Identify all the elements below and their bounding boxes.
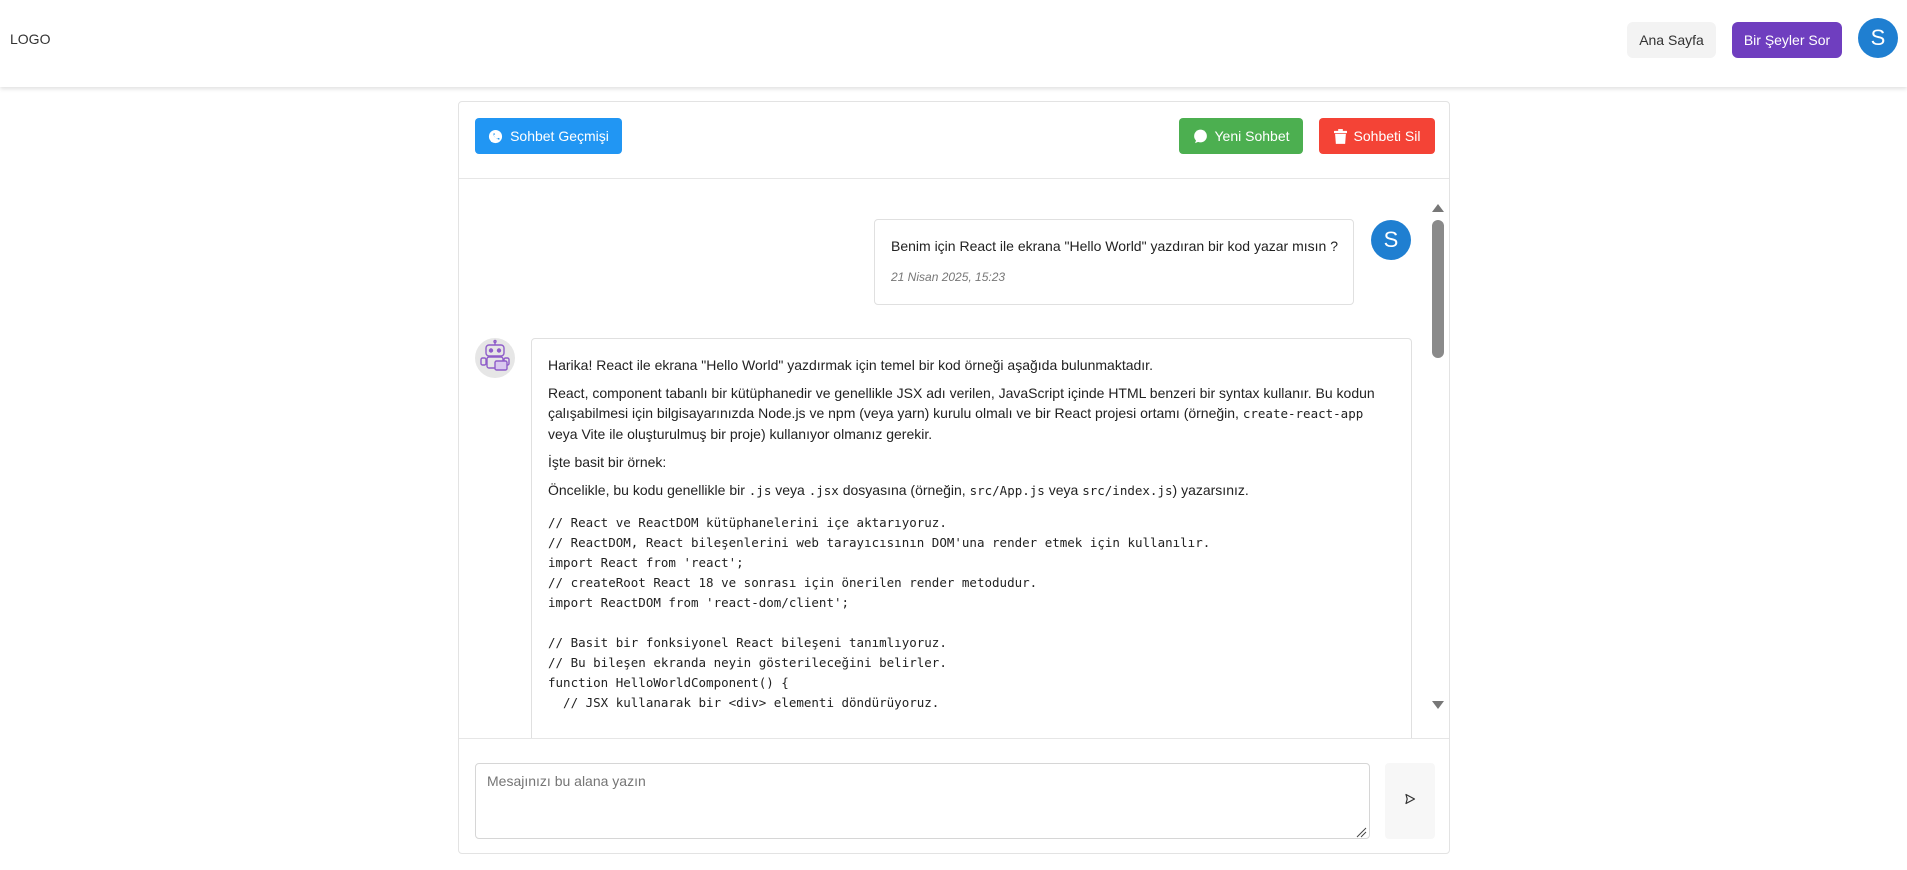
bot-avatar xyxy=(475,338,515,378)
scrollbar-thumb[interactable] xyxy=(1432,220,1444,358)
resize-handle-icon[interactable] xyxy=(1356,825,1367,838)
user-message-avatar: S xyxy=(1371,220,1411,260)
bot-text: veya Vite ile oluşturulmuş bir proje) ku… xyxy=(548,426,933,442)
bot-text: Öncelikle, bu kodu genellikle bir xyxy=(548,482,749,498)
user-message-text: Benim için React ile ekrana "Hello World… xyxy=(891,238,1338,254)
user-avatar[interactable]: S xyxy=(1858,18,1898,58)
send-icon xyxy=(1404,792,1416,810)
inline-code: .jsx xyxy=(808,483,839,498)
chat-bubble-icon xyxy=(1193,129,1208,144)
scroll-down-arrow-icon[interactable] xyxy=(1432,701,1444,709)
bot-message: Harika! React ile ekrana "Hello World" y… xyxy=(531,338,1412,738)
bot-text: İşte basit bir örnek: xyxy=(548,454,667,470)
robot-icon xyxy=(478,339,512,378)
chat-toolbar: Sohbet Geçmişi Yeni Sohbet Sohbeti Sil xyxy=(459,102,1449,179)
inline-code: .js xyxy=(748,483,772,498)
bot-text: veya xyxy=(771,482,809,498)
trash-icon xyxy=(1333,128,1347,144)
bot-text: veya xyxy=(1044,482,1083,498)
send-button[interactable] xyxy=(1385,763,1435,839)
delete-chat-button[interactable]: Sohbeti Sil xyxy=(1319,118,1435,154)
new-chat-label: Yeni Sohbet xyxy=(1214,128,1290,144)
bot-paragraph: İşte basit bir örnek: xyxy=(548,452,1395,472)
messages-area[interactable]: Benim için React ile ekrana "Hello World… xyxy=(459,180,1449,738)
message-input[interactable] xyxy=(475,763,1370,839)
chat-history-label: Sohbet Geçmişi xyxy=(510,128,609,144)
bot-paragraph: Öncelikle, bu kodu genellikle bir .js ve… xyxy=(548,480,1395,501)
top-navbar: LOGO Ana Sayfa Bir Şeyler Sor S xyxy=(0,0,1907,87)
chat-card: Sohbet Geçmişi Yeni Sohbet Sohbeti Sil B… xyxy=(458,101,1450,854)
message-timestamp: 21 Nisan 2025, 15:23 xyxy=(891,270,1006,284)
nav-home-link[interactable]: Ana Sayfa xyxy=(1627,22,1716,58)
scroll-up-arrow-icon[interactable] xyxy=(1432,204,1444,212)
user-message: Benim için React ile ekrana "Hello World… xyxy=(874,219,1354,305)
bot-paragraph: Harika! React ile ekrana "Hello World" y… xyxy=(548,355,1395,375)
bot-text: ) yazarsınız. xyxy=(1172,482,1249,498)
delete-chat-label: Sohbeti Sil xyxy=(1353,128,1421,144)
inline-code: src/index.js xyxy=(1082,483,1173,498)
code-block[interactable]: // React ve ReactDOM kütüphanelerini içe… xyxy=(548,513,1395,713)
messages-scrollbar[interactable] xyxy=(1429,204,1447,709)
chat-history-button[interactable]: Sohbet Geçmişi xyxy=(475,118,622,154)
bot-paragraph: React, component tabanlı bir kütüphanedi… xyxy=(548,383,1395,444)
bot-text: Harika! React ile ekrana "Hello World" y… xyxy=(548,357,1153,373)
inline-code: create-react-app xyxy=(1242,406,1364,421)
chat-bubble-icon xyxy=(488,129,503,144)
logo[interactable]: LOGO xyxy=(10,31,50,47)
nav-ask-button[interactable]: Bir Şeyler Sor xyxy=(1732,22,1842,58)
message-composer xyxy=(459,738,1449,854)
bot-text: dosyasına (örneğin, xyxy=(838,482,970,498)
inline-code: src/App.js xyxy=(969,483,1045,498)
new-chat-button[interactable]: Yeni Sohbet xyxy=(1179,118,1303,154)
